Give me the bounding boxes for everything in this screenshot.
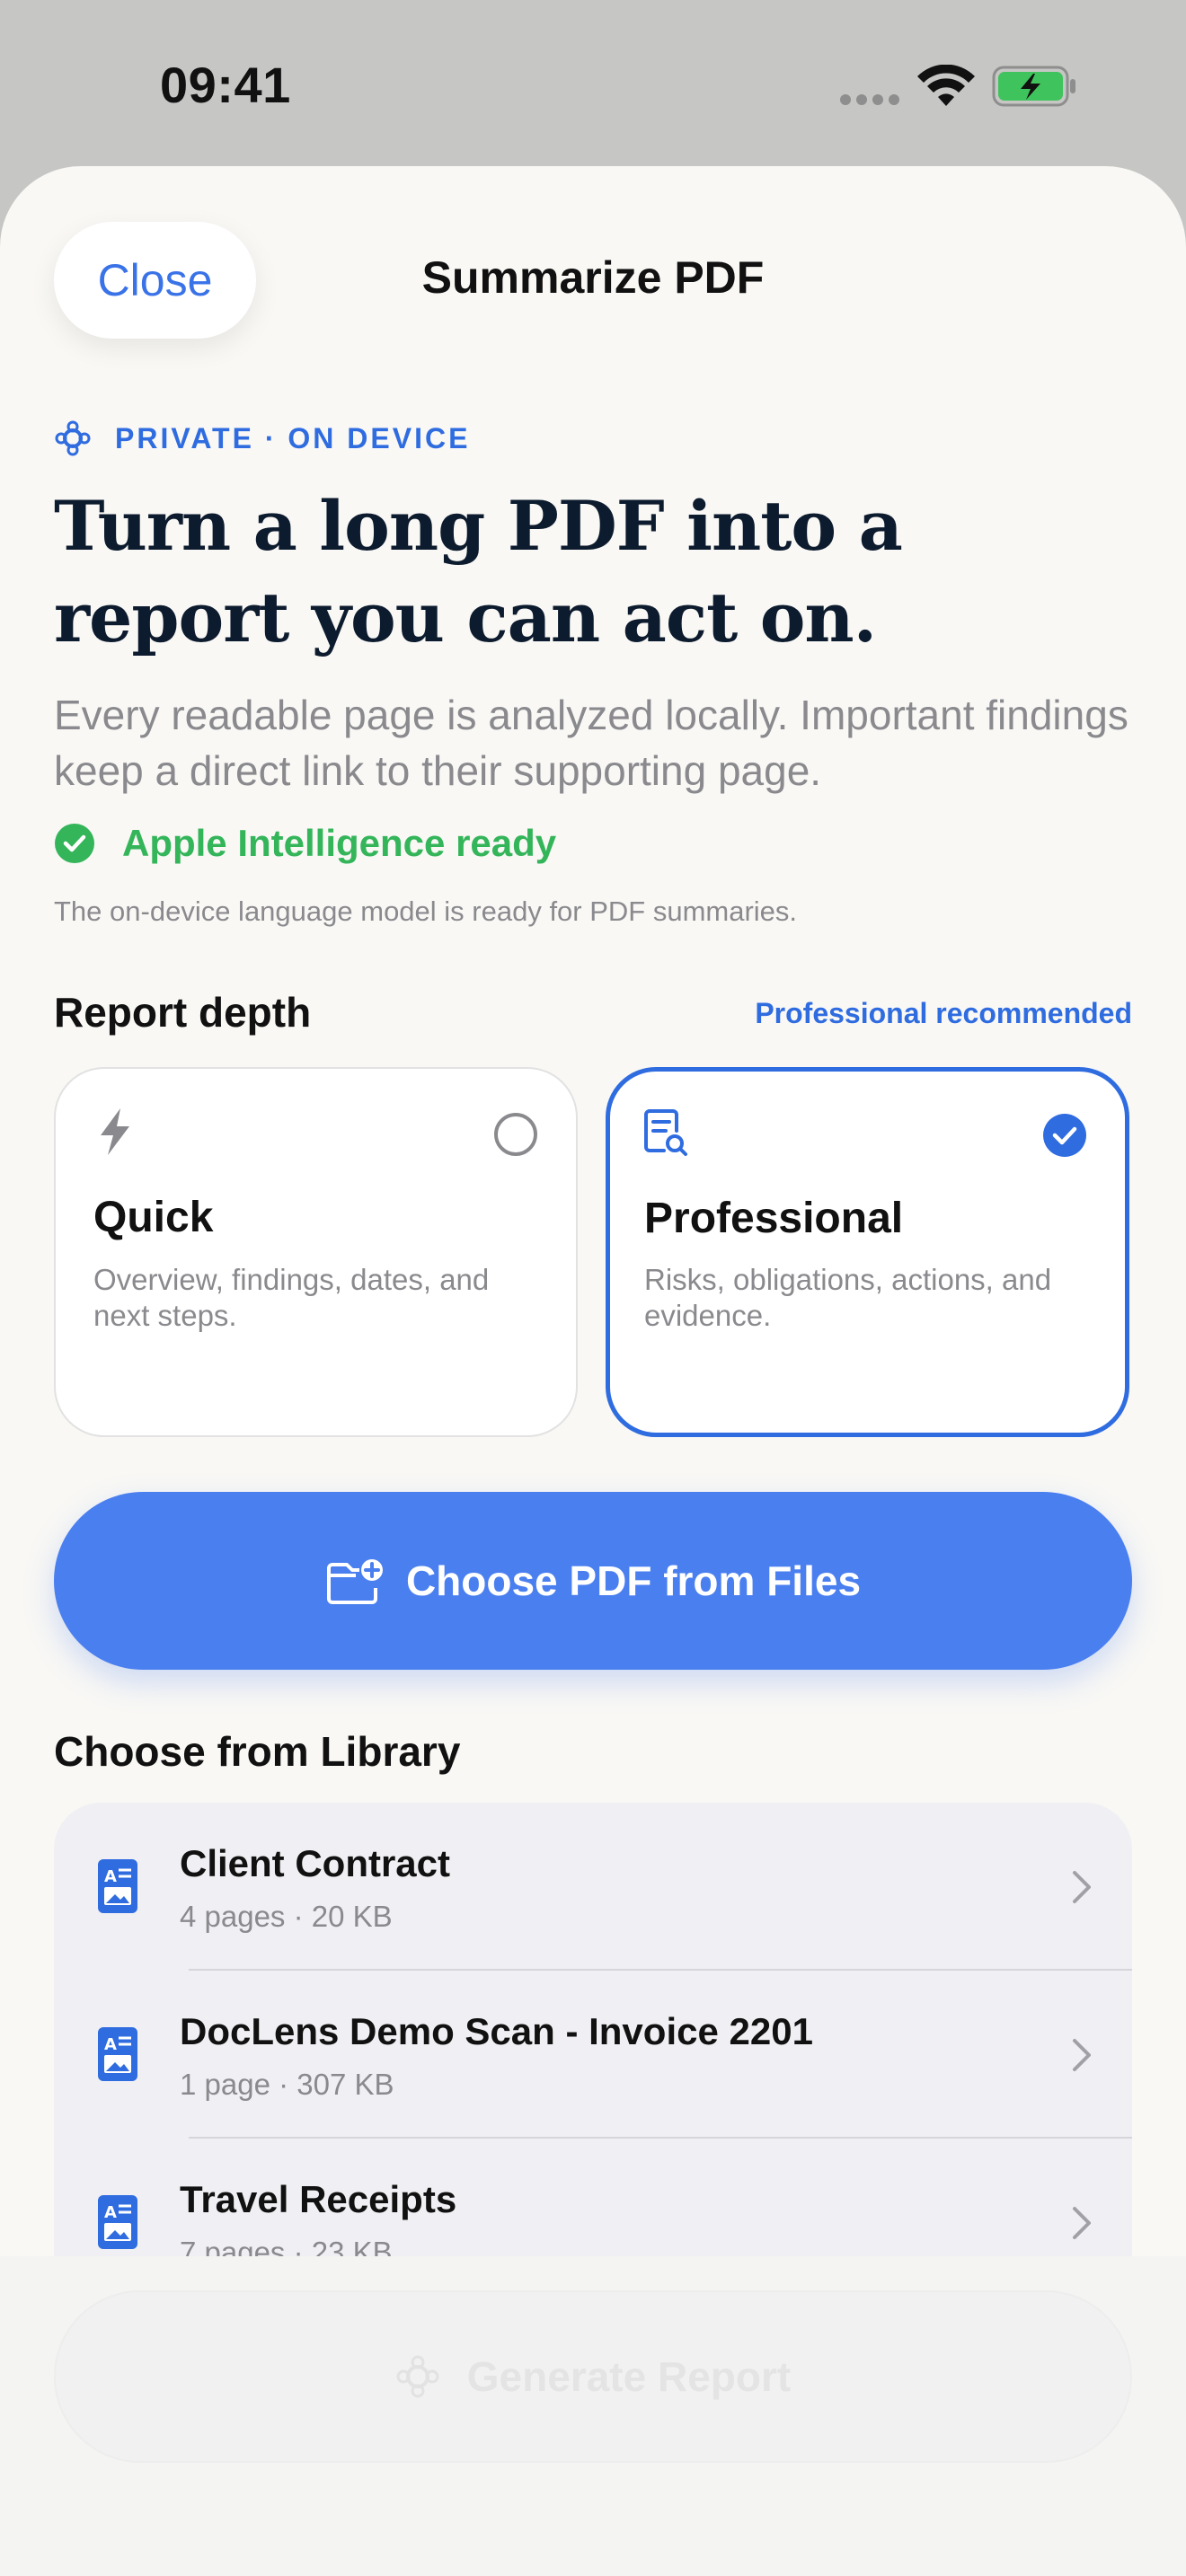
radio-selected-icon[interactable] [1042, 1113, 1087, 1158]
status-bar: 09:41 [0, 0, 1186, 166]
sheet-title: Summarize PDF [421, 252, 765, 303]
document-icon: A [98, 2195, 137, 2249]
bolt-icon [101, 1108, 129, 1155]
cellular-signal-icon [840, 93, 905, 110]
privacy-eyebrow: PRIVATE · ON DEVICE [54, 419, 470, 457]
headline: Turn a long PDF into a report you can ac… [54, 486, 903, 657]
generate-report-button[interactable]: Generate Report [54, 2290, 1132, 2463]
library-item[interactable]: A DocLens Demo Scan - Invoice 2201 1 pag… [54, 1971, 1132, 2139]
radio-unselected-icon[interactable] [493, 1112, 538, 1157]
document-icon: A [98, 2027, 137, 2081]
library-label: Choose from Library [54, 1728, 461, 1775]
svg-text:A: A [104, 2035, 117, 2054]
summarize-pdf-sheet: Close Summarize PDF PRIVATE · ON DEVICE … [0, 166, 1186, 2576]
folder-add-icon [326, 1559, 383, 1604]
choose-pdf-label: Choose PDF from Files [405, 1557, 862, 1604]
chevron-right-icon [1073, 1871, 1091, 1903]
subtitle: Every readable page is analyzed locally.… [54, 692, 1128, 794]
document-title: Client Contract [180, 1842, 451, 1884]
wifi-icon [917, 65, 975, 106]
generate-report-label: Generate Report [466, 2353, 792, 2400]
apple-intelligence-icon [55, 420, 91, 456]
document-title: Travel Receipts [180, 2178, 457, 2220]
library-item[interactable]: A Client Contract 4 pages · 20 KB [54, 1803, 1132, 1971]
depth-option-professional[interactable]: Professional Risks, obligations, actions… [606, 1067, 1129, 1437]
svg-text:A: A [104, 1867, 117, 1886]
eyebrow-text: PRIVATE · ON DEVICE [115, 421, 471, 454]
intelligence-status: Apple Intelligence ready [54, 822, 556, 865]
option-title: Quick [93, 1194, 214, 1241]
document-icon: A [98, 1859, 137, 1913]
option-description: Risks, obligations, actions, and evidenc… [644, 1263, 1052, 1332]
choose-pdf-button[interactable]: Choose PDF from Files [54, 1492, 1132, 1670]
chevron-right-icon [1073, 2207, 1091, 2239]
document-meta: 1 page · 307 KB [180, 2068, 394, 2101]
depth-option-quick[interactable]: Quick Overview, findings, dates, and nex… [54, 1067, 578, 1437]
depth-recommendation: Professional recommended [755, 997, 1132, 1029]
svg-text:A: A [104, 2203, 117, 2222]
ready-text: Apple Intelligence ready [122, 822, 557, 864]
option-description: Overview, findings, dates, and next step… [93, 1263, 490, 1332]
apple-intelligence-icon [396, 2355, 439, 2398]
report-depth-label: Report depth [54, 989, 312, 1036]
checkmark-circle-icon [55, 824, 94, 863]
ready-note: The on-device language model is ready fo… [54, 895, 798, 927]
document-title: DocLens Demo Scan - Invoice 2201 [180, 2010, 813, 2052]
document-search-icon [644, 1109, 687, 1156]
status-time: 09:41 [160, 57, 291, 113]
battery-charging-icon [992, 66, 1075, 107]
document-meta: 4 pages · 20 KB [180, 1900, 393, 1933]
chevron-right-icon [1073, 2039, 1091, 2071]
option-title: Professional [644, 1195, 904, 1242]
